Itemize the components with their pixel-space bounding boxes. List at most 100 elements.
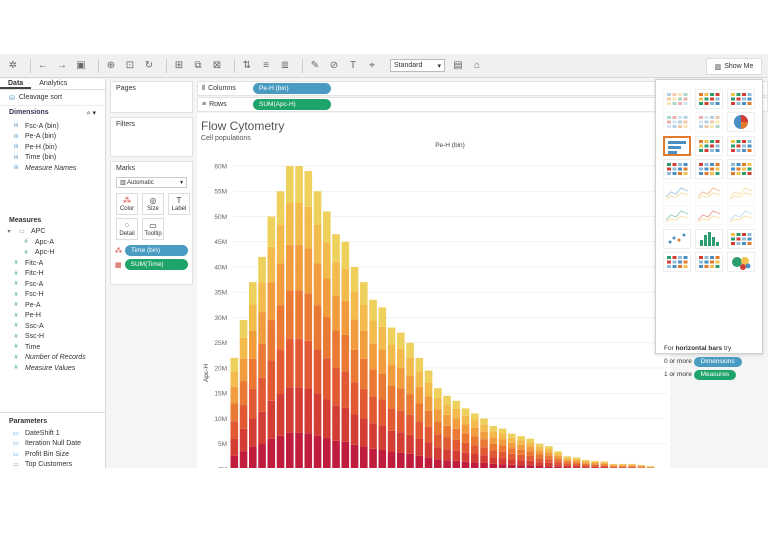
bar-segment [323, 438, 331, 468]
label-text-icon[interactable]: T [346, 59, 360, 73]
measure-field[interactable]: # Fsc-H [0, 290, 105, 301]
tab-data[interactable]: Data [0, 79, 32, 89]
measure-field[interactable]: # Pe-H [0, 311, 105, 322]
bar-segment [276, 435, 285, 468]
dimension-field[interactable]: ılı Fsc-A (bin) [0, 121, 105, 132]
parameter-field[interactable]: ▭ Iteration Null Date [0, 439, 81, 450]
measure-field[interactable]: # Fitc-A [0, 258, 105, 269]
bar-segment [313, 435, 322, 468]
scatter-plot-icon[interactable] [663, 228, 691, 249]
data-source[interactable]: ⛁ Cleavage sort [0, 90, 105, 106]
measure-field[interactable]: # Number of Records [0, 353, 105, 364]
measure-field[interactable]: # Ssc-H [0, 332, 105, 343]
highlight-table-icon[interactable] [727, 89, 755, 109]
lines-continuous-icon[interactable] [663, 182, 691, 203]
bar-segment [332, 234, 340, 263]
fix-axes-icon[interactable]: ⌖ [365, 59, 379, 73]
text-table-icon[interactable] [663, 89, 691, 109]
bar-segment [286, 290, 294, 339]
bar-segment [572, 464, 581, 466]
heat-map-icon[interactable] [695, 89, 723, 109]
group-icon[interactable]: ⊘ [327, 59, 341, 73]
tab-analytics[interactable]: Analytics [31, 79, 75, 89]
label-button[interactable]: T Label [168, 193, 190, 215]
highlight-icon[interactable]: ✎ [308, 59, 322, 73]
sum-time-pill[interactable]: SUM(Time) [124, 259, 188, 270]
circle-views-icon[interactable] [695, 158, 723, 179]
dimension-field[interactable]: ılı Pe-A (bin) [0, 132, 105, 143]
side-by-side-circles-icon[interactable] [727, 158, 755, 179]
side-by-side-bars-icon[interactable] [727, 135, 755, 156]
packed-bubbles-icon[interactable] [727, 252, 755, 273]
sort-descending-icon[interactable]: ≣ [278, 59, 292, 73]
lines-discrete-icon[interactable] [695, 182, 723, 203]
bar-segment [461, 408, 470, 416]
bar-segment [323, 278, 331, 318]
bar-segment [600, 466, 609, 468]
columns-pill[interactable]: Pe-H (bin) [253, 83, 331, 94]
sort-ascending-icon[interactable]: ≡ [259, 59, 273, 73]
dimension-field[interactable]: ılı Pe-H (bin) [0, 142, 105, 153]
parameter-field[interactable]: ▭ Top Customers [0, 460, 81, 468]
time-bin-pill[interactable]: Time (bin) [125, 245, 188, 256]
measure-folder-apc[interactable]: ▾ ▭ APC [0, 227, 105, 238]
treemap-icon[interactable] [663, 158, 691, 179]
measure-field[interactable]: # Time [0, 342, 105, 353]
rows-pill[interactable]: SUM(Apc-H) [253, 99, 331, 110]
fit-select[interactable]: Standard ▾ [390, 59, 445, 72]
filters-card[interactable]: Filters [110, 117, 193, 157]
gantt-chart-icon[interactable] [663, 252, 691, 273]
save-icon[interactable]: ▣ [74, 59, 88, 73]
dual-lines-icon[interactable] [727, 182, 755, 203]
duplicate-sheet-icon[interactable]: ⧉ [191, 59, 205, 73]
bar-segment [369, 423, 377, 449]
measure-field[interactable]: # Apc-H [0, 248, 105, 259]
new-datasource-icon[interactable]: ⊕ [104, 59, 118, 73]
measure-field[interactable]: # Apc-A [0, 237, 105, 248]
measure-field[interactable]: # Pe-A [0, 300, 105, 311]
pages-card[interactable]: Pages [110, 81, 193, 113]
box-and-whisker-icon[interactable] [727, 228, 755, 249]
search-icon[interactable]: ⌕ ▾ [87, 109, 96, 118]
stacked-bars-icon[interactable] [695, 135, 723, 156]
measure-field-label: Pe-A [25, 301, 41, 309]
tableau-logo-icon[interactable]: ✲ [6, 59, 20, 73]
pause-updates-icon[interactable]: ⊡ [123, 59, 137, 73]
size-button[interactable]: ◎ Size [142, 193, 164, 215]
dimension-field[interactable]: ılı Measure Names [0, 163, 105, 174]
symbol-map-icon[interactable] [663, 112, 691, 133]
dual-combination-icon[interactable] [727, 205, 755, 226]
pie-chart-icon[interactable] [727, 112, 755, 133]
color-button[interactable]: ⁂ Color [116, 193, 138, 215]
redo-icon[interactable]: → [55, 59, 69, 73]
show-cards-icon[interactable]: ▤ [451, 59, 465, 73]
area-continuous-icon[interactable] [663, 205, 691, 226]
parameter-field[interactable]: ▭ Profit Bin Size [0, 449, 81, 460]
bar-segment [378, 425, 387, 450]
measure-field[interactable]: # Measure Values [0, 363, 105, 374]
refresh-icon[interactable]: ↻ [142, 59, 156, 73]
dimension-field[interactable]: ılı Time (bin) [0, 153, 105, 164]
mark-type-select[interactable]: ▥ Automatic ▾ [116, 177, 187, 188]
measure-field[interactable]: # Fitc-H [0, 269, 105, 280]
area-discrete-icon[interactable] [695, 205, 723, 226]
new-worksheet-icon[interactable]: ⊞ [172, 59, 186, 73]
bullet-graph-icon[interactable] [695, 252, 723, 273]
histogram-icon[interactable] [695, 228, 723, 249]
bar-segment [637, 467, 646, 468]
parameter-field[interactable]: ▭ DateShift 1 [0, 428, 81, 439]
horizontal-bars-icon[interactable] [663, 135, 691, 156]
undo-icon[interactable]: ← [36, 59, 50, 73]
detail-button[interactable]: ⁘ Detail [116, 218, 138, 240]
bar-segment [239, 358, 248, 382]
measure-field[interactable]: # Ssc-A [0, 321, 105, 332]
bar-segment [600, 465, 609, 467]
tooltip-button[interactable]: ▭ Tooltip [142, 218, 164, 240]
clear-sheet-icon[interactable]: ⊠ [210, 59, 224, 73]
show-me-button[interactable]: ▥ Show Me [706, 58, 762, 75]
swap-axes-icon[interactable]: ⇅ [240, 59, 254, 73]
bar-segment [461, 452, 470, 462]
presentation-mode-icon[interactable]: ⌂ [470, 59, 484, 73]
filled-map-icon[interactable] [695, 112, 723, 133]
measure-field[interactable]: # Fsc-A [0, 279, 105, 290]
